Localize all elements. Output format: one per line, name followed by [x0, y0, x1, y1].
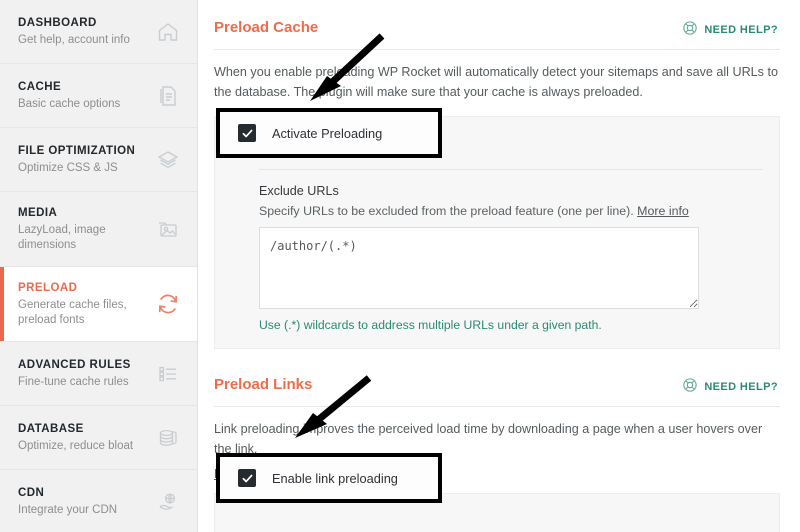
page-title: Preload Cache: [214, 19, 319, 36]
refresh-icon: [153, 289, 183, 319]
activate-preloading-checkbox[interactable]: [238, 124, 256, 142]
sidebar-item-text: DASHBOARD Get help, account info: [18, 15, 153, 48]
image-icon: [153, 214, 183, 244]
activate-preloading-highlight[interactable]: Activate Preloading: [216, 108, 442, 158]
document-icon: [153, 81, 183, 111]
sidebar-item-title: ADVANCED RULES: [18, 359, 131, 371]
sidebar-item-text: ADVANCED RULES Fine-tune cache rules: [18, 357, 153, 390]
sidebar-item-subtitle: LazyLoad, image dimensions: [18, 224, 106, 251]
enable-link-preloading-label: Enable link preloading: [272, 470, 398, 486]
sidebar-item-subtitle: Get help, account info: [18, 34, 130, 46]
sidebar-item-text: MEDIA LazyLoad, image dimensions: [18, 205, 153, 253]
sidebar-item-subtitle: Integrate your CDN: [18, 504, 118, 516]
exclude-urls-description: Specify URLs to be excluded from the pre…: [259, 204, 763, 218]
preload-cache-description: When you enable preloading WP Rocket wil…: [214, 65, 778, 99]
exclude-urls-textarea[interactable]: /author/(.*): [259, 227, 699, 309]
sidebar-item-title: MEDIA: [18, 207, 58, 219]
sidebar-item-advanced-rules[interactable]: ADVANCED RULES Fine-tune cache rules: [0, 342, 197, 406]
enable-link-preloading-checkbox[interactable]: [238, 469, 256, 487]
sidebar-item-dashboard[interactable]: DASHBOARD Get help, account info: [0, 0, 197, 64]
sidebar-item-text: FILE OPTIMIZATION Optimize CSS & JS: [18, 143, 153, 176]
exclude-urls-description-text: Specify URLs to be excluded from the pre…: [259, 204, 634, 218]
lifebuoy-icon: [682, 377, 698, 396]
enable-link-preloading-highlight[interactable]: Enable link preloading: [216, 453, 442, 503]
sidebar-item-text: CDN Integrate your CDN: [18, 485, 153, 518]
preload-cache-section: Preload Cache NEED HELP? When you enable…: [214, 18, 780, 349]
section-divider: [214, 49, 780, 50]
exclude-urls-hint: Use (.*) wildcards to address multiple U…: [259, 318, 602, 332]
need-help-link-2[interactable]: NEED HELP?: [682, 375, 778, 396]
need-help-label: NEED HELP?: [704, 380, 778, 393]
app-root: DASHBOARD Get help, account info CACHE B…: [0, 0, 800, 532]
sidebar-item-title: PRELOAD: [18, 282, 78, 294]
sidebar-item-title: DATABASE: [18, 423, 84, 435]
sidebar-item-subtitle: Fine-tune cache rules: [18, 376, 129, 388]
preload-links-header: Preload Links NEED HELP?: [214, 375, 780, 396]
sidebar-item-subtitle: Optimize CSS & JS: [18, 162, 118, 174]
sidebar-item-subtitle: Generate cache files, preload fonts: [18, 299, 127, 326]
layers-icon: [153, 145, 183, 175]
sidebar-item-title: FILE OPTIMIZATION: [18, 145, 136, 157]
exclude-urls-more-info-link[interactable]: More info: [637, 204, 689, 218]
sidebar-item-title: DASHBOARD: [18, 17, 97, 29]
sidebar-item-text: PRELOAD Generate cache files, preload fo…: [18, 280, 153, 328]
sidebar-item-preload[interactable]: PRELOAD Generate cache files, preload fo…: [0, 267, 197, 342]
list-icon: [153, 359, 183, 389]
sidebar-item-cache[interactable]: CACHE Basic cache options: [0, 64, 197, 128]
exclude-urls-label: Exclude URLs: [259, 184, 339, 198]
sidebar-item-subtitle: Basic cache options: [18, 98, 121, 110]
section-divider: [214, 406, 780, 407]
sidebar-item-database[interactable]: DATABASE Optimize, reduce bloat: [0, 406, 197, 470]
sidebar: DASHBOARD Get help, account info CACHE B…: [0, 0, 198, 532]
need-help-label: NEED HELP?: [704, 23, 778, 36]
sidebar-item-media[interactable]: MEDIA LazyLoad, image dimensions: [0, 192, 197, 267]
sidebar-item-title: CDN: [18, 487, 45, 499]
sidebar-item-text: CACHE Basic cache options: [18, 79, 153, 112]
exclude-urls-field: Exclude URLs Specify URLs to be excluded…: [215, 170, 779, 348]
preload-links-title: Preload Links: [214, 376, 313, 393]
sidebar-item-title: CACHE: [18, 81, 62, 93]
cdn-icon: [153, 487, 183, 517]
lifebuoy-icon: [682, 20, 698, 39]
home-icon: [153, 17, 183, 47]
sidebar-item-text: DATABASE Optimize, reduce bloat: [18, 421, 153, 454]
activate-preloading-label: Activate Preloading: [272, 125, 383, 141]
sidebar-item-subtitle: Optimize, reduce bloat: [18, 440, 134, 452]
database-icon: [153, 423, 183, 453]
preload-cache-header: Preload Cache NEED HELP?: [214, 18, 780, 39]
sidebar-item-file-optimization[interactable]: FILE OPTIMIZATION Optimize CSS & JS: [0, 128, 197, 192]
sidebar-item-cdn[interactable]: CDN Integrate your CDN: [0, 470, 197, 532]
need-help-link[interactable]: NEED HELP?: [682, 18, 778, 39]
